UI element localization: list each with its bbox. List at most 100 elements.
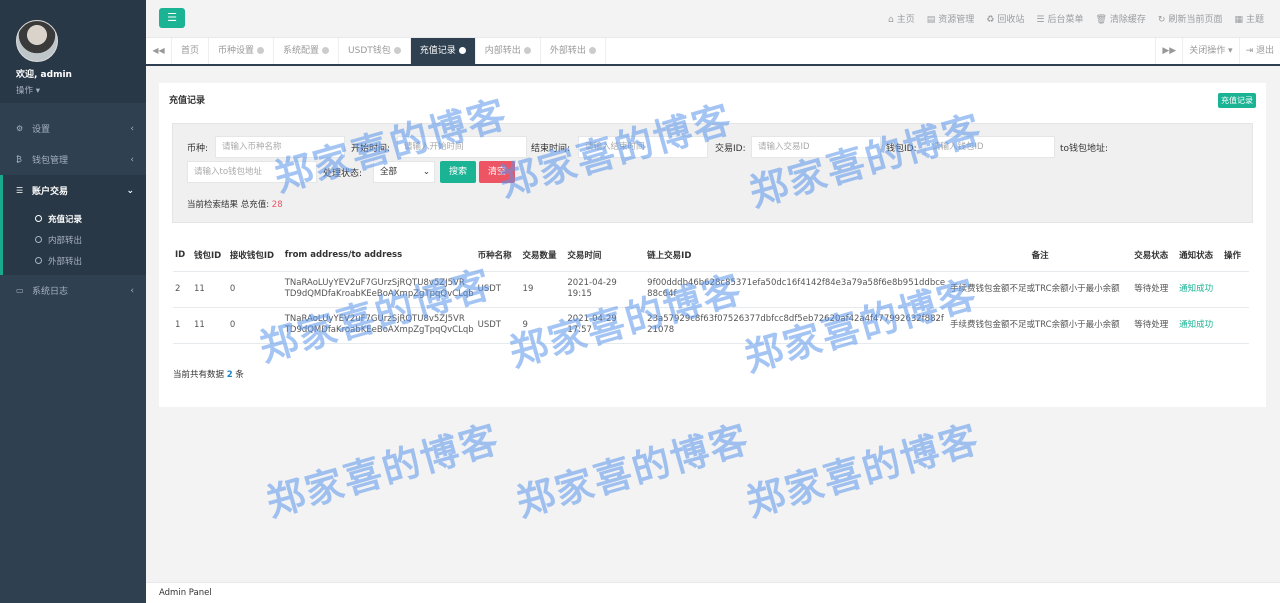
submenu-item-external-out[interactable]: 外部转出 [3,250,146,271]
chevron-down-icon: ⌄ [126,185,134,196]
refresh-link[interactable]: ↻ 刷新当前页面 [1158,12,1223,25]
col-time: 交易时间 [565,239,646,272]
desktop-icon: ▭ [16,286,24,295]
close-icon[interactable] [393,47,401,54]
top-links: ⌂ 主页 ▤ 资源管理 ♻ 回收站 ☰ 后台菜单 🗑 清除缓存 ↻ 刷新当前页面 ▦ 主题 [888,12,1264,25]
tab-external-out[interactable]: 外部转出 [541,38,606,64]
submenu-account-trade: 充值记录 内部转出 外部转出 [0,206,146,275]
watermark: 郑家喜的博客 [511,416,755,526]
sidebar-item-label: 钱包管理 [32,156,69,166]
tab-usdt-wallet[interactable]: USDT钱包 [339,38,411,64]
col-wallet-id: 钱包ID [191,239,228,272]
tab-coin-settings[interactable]: 币种设置 [209,38,275,64]
status-select[interactable]: 全部 ⌄ [373,161,435,183]
table-row[interactable]: 2 11 0 TNaRAoLUyYEV2uF7GUrzSjRQTU8v5ZJ5V… [173,271,1249,308]
close-icon[interactable] [588,47,596,54]
recycle-link[interactable]: ♻ 回收站 [986,12,1024,25]
chevron-left-icon: ‹ [130,123,134,134]
chevron-down-icon: ⌄ [422,167,430,177]
wallet-id-input[interactable]: 请输入钱包ID [925,136,1055,158]
refresh-icon: ↻ [1157,15,1166,25]
start-time-input[interactable]: 请输入开始时间 [397,136,527,158]
resource-link[interactable]: ▤ 资源管理 [927,12,975,25]
col-actions: 操作 [1221,239,1249,272]
recycle-icon: ♻ [986,15,995,25]
col-id: ID [173,239,192,272]
tab-system-config[interactable]: 系统配置 [274,38,340,64]
search-form: 币种: 请输入币种名称 开始时间: 请输入开始时间 结束时间: 请输入结束时间 … [172,123,1253,223]
close-icon[interactable] [523,47,531,54]
sidebar-menu: ⚙ 设置 ‹ ₿ 钱包管理 ‹ ☰ 账户交易 ⌄ 充值记录 内部转出 外部转出 … [0,113,146,306]
col-chain-txid: 链上交易ID [645,239,948,272]
search-button[interactable]: 搜索 [440,161,476,183]
close-icon[interactable] [322,47,330,54]
home-link[interactable]: ⌂ 主页 [888,12,915,25]
gears-icon: ⚙ [16,124,24,133]
recharge-panel: 充值记录 充值记录 币种: 请输入币种名称 开始时间: 请输入开始时间 结束时间… [159,83,1266,407]
footer: Admin Panel [146,582,1280,603]
coin-input[interactable]: 请输入币种名称 [215,136,345,158]
home-icon: ⌂ [888,15,894,25]
submenu-label: 充值记录 [48,214,83,225]
welcome-text: 欢迎, admin [16,70,72,80]
clear-button[interactable]: 清空 [479,161,515,183]
backend-menu-link[interactable]: ☰ 后台菜单 [1036,12,1083,25]
circle-icon [35,215,42,222]
col-amount: 交易数量 [520,239,566,272]
tab-scroll-left-button[interactable]: ◀◀ [146,38,172,64]
txid-label: 交易ID: [715,144,746,154]
chevron-left-icon: ‹ [130,285,134,296]
start-time-label: 开始时间: [351,144,391,154]
tab-recharge-records[interactable]: 充值记录 [410,38,476,64]
sidebar-item-label: 系统日志 [32,287,69,297]
tab-home[interactable]: 首页 [172,38,210,64]
col-receive-wallet: 接收钱包ID [227,239,283,272]
end-time-label: 结束时间: [531,144,571,154]
theme-icon: ▦ [1234,15,1243,25]
sidebar-toggle-button[interactable]: ☰ [159,8,185,28]
to-address-label: to钱包地址: [1060,144,1109,154]
close-icon[interactable] [257,47,265,54]
backward-icon: ◀◀ [152,46,165,55]
sidebar-item-settings[interactable]: ⚙ 设置 ‹ [0,113,146,144]
end-time-input[interactable]: 请输入结束时间 [578,136,708,158]
chevron-left-icon: ‹ [130,154,134,165]
to-address-input[interactable]: 请输入to钱包地址 [187,161,317,183]
circle-icon [35,236,42,243]
col-notify: 通知状态 [1177,239,1222,272]
sidebar: 欢迎, admin 操作 ▾ ⚙ 设置 ‹ ₿ 钱包管理 ‹ ☰ 账户交易 ⌄ … [0,0,146,603]
watermark: 郑家喜的博客 [741,416,985,526]
txid-input[interactable]: 请输入交易ID [751,136,881,158]
forward-icon: ▶▶ [1162,46,1177,56]
total-value: 28 [271,200,283,210]
submenu-label: 内部转出 [48,235,83,246]
close-icon[interactable] [458,47,466,54]
panel-badge: 充值记录 [1218,93,1256,108]
submenu-label: 外部转出 [48,256,83,267]
tab-scroll-right-button[interactable]: ▶▶ [1155,38,1182,64]
sidebar-item-account-trade[interactable]: ☰ 账户交易 ⌄ [0,175,146,206]
sidebar-item-system-log[interactable]: ▭ 系统日志 ‹ [0,275,146,306]
table-row[interactable]: 1 11 0 TNaRAoLUyYEV2uF7GUrzSjRQTU8v5ZJ5V… [173,307,1249,344]
file-icon: ▤ [926,15,936,25]
clear-cache-link[interactable]: 🗑 清除缓存 [1095,12,1145,25]
col-address: from address/to address [282,239,476,272]
menu-icon: ☰ [167,11,177,24]
submenu-item-internal-out[interactable]: 内部转出 [3,229,146,250]
top-navbar: ☰ ⌂ 主页 ▤ 资源管理 ♻ 回收站 ☰ 后台菜单 🗑 清除缓存 ↻ 刷新当前页面 ▦ 主题 [146,0,1280,38]
tab-internal-out[interactable]: 内部转出 [476,38,541,64]
ops-dropdown[interactable]: 操作 ▾ [16,84,146,96]
theme-link[interactable]: ▦ 主题 [1234,12,1264,25]
logout-button[interactable]: ⇥ 退出 [1238,38,1280,64]
sidebar-item-label: 设置 [32,125,51,135]
sidebar-item-wallet[interactable]: ₿ 钱包管理 ‹ [0,144,146,175]
list-icon: ☰ [16,186,24,195]
circle-icon [35,257,42,264]
notify-status: 通知成功 [1177,271,1222,308]
logout-icon: ⇥ [1245,46,1256,56]
submenu-item-recharge[interactable]: 充值记录 [3,208,146,229]
bitcoin-icon: ₿ [16,155,22,164]
trash-icon: 🗑 [1095,15,1107,25]
avatar[interactable] [16,20,58,62]
close-ops-dropdown[interactable]: 关闭操作 ▾ [1182,38,1238,64]
